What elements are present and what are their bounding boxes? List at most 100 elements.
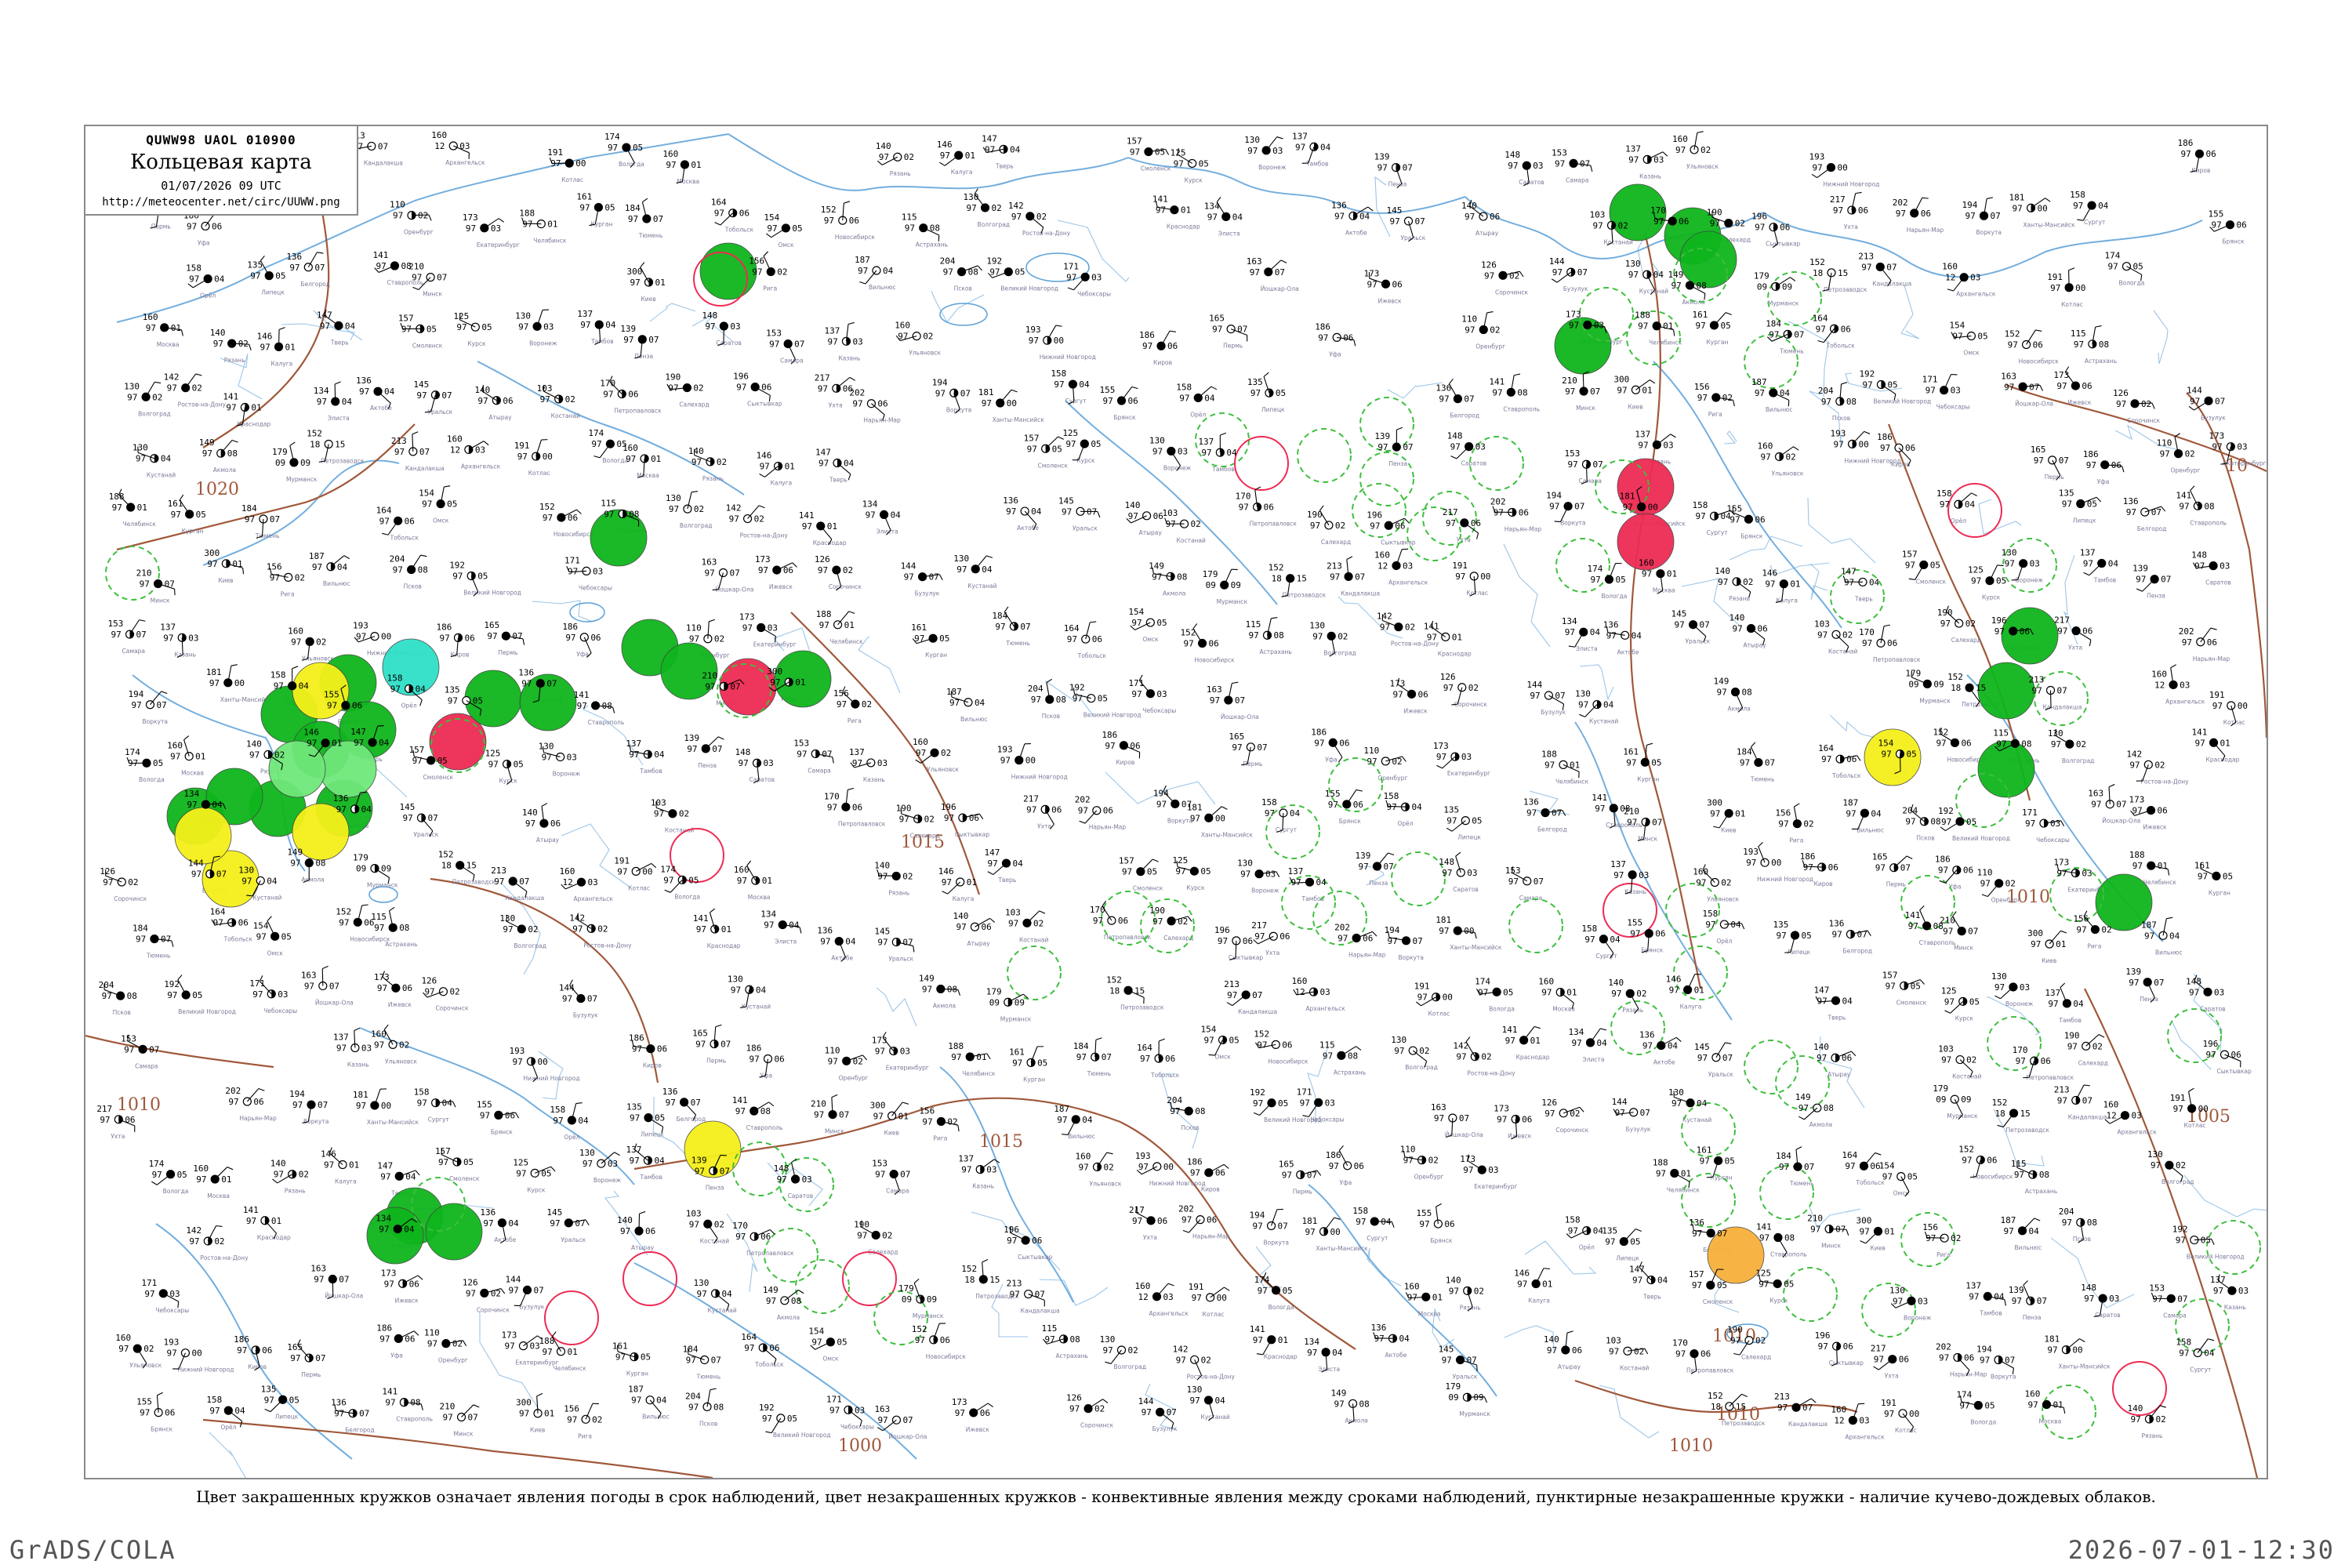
station-plot: 15797 05	[1127, 136, 1170, 158]
station-pressure: 140	[522, 808, 538, 818]
station-pressure: 137	[849, 747, 865, 757]
cb-cloud-circle	[1744, 1040, 1798, 1094]
station-plot: 17497 05	[660, 864, 699, 893]
station-temp: 97	[629, 1156, 639, 1166]
station-tendency: 08	[713, 1402, 724, 1412]
station-temp: 97	[1443, 683, 1454, 693]
station-pressure: 136	[1639, 1030, 1655, 1040]
station-pressure: 153	[2149, 1283, 2165, 1293]
station-tendency: 01	[1530, 1036, 1541, 1046]
station-tendency: 01	[844, 620, 855, 630]
station-tendency: 04	[845, 937, 856, 947]
station-pressure: 188	[816, 609, 832, 619]
station-plot: 16497 06	[1813, 313, 1851, 343]
station-tendency: 05	[281, 931, 292, 942]
station-pressure: 147	[1629, 1265, 1645, 1275]
station-tendency: 02	[714, 634, 724, 644]
station-pressure: 130	[539, 741, 554, 751]
station-tendency: 02	[2155, 1414, 2165, 1425]
station-pressure: 163	[1207, 684, 1222, 695]
station-plot: 17097 06	[2013, 1045, 2051, 1079]
station-temp: 97	[291, 637, 301, 647]
station-temp: 97	[1152, 446, 1163, 456]
station-plot: 13797 04	[1198, 432, 1237, 458]
station-pressure: 210	[440, 1402, 456, 1412]
station-pressure: 149	[287, 848, 303, 858]
station-name: Калуга	[271, 360, 293, 367]
station-tendency: 04	[1082, 1115, 1093, 1125]
station-pressure: 213	[1007, 1279, 1022, 1289]
station-name: Атырау	[631, 1244, 655, 1251]
station-name: Псков	[1832, 415, 1850, 422]
station-temp: 97	[1740, 758, 1750, 768]
station-temp: 97	[695, 1040, 706, 1050]
station-tendency: 02	[717, 457, 727, 467]
station-plot: 1869706	[629, 1033, 667, 1054]
station-tendency: 09	[1014, 997, 1025, 1007]
station-name: Оренбург	[404, 229, 434, 236]
station-temp: 97	[1227, 990, 1237, 1000]
station-name: Воронеж	[1251, 887, 1279, 895]
station-temp: 97	[2152, 1294, 2162, 1304]
station-tendency: 01	[691, 160, 701, 170]
station-tendency: 04	[1204, 393, 1215, 403]
station-temp: 97	[1008, 918, 1018, 928]
station-tendency: 06	[1215, 1168, 1225, 1178]
station-tendency: 07	[1640, 1108, 1650, 1118]
station-temp: 97	[2057, 1095, 2067, 1105]
station-temp: 97	[2132, 861, 2143, 871]
station-tendency: 02	[1392, 757, 1402, 767]
station-pressure: 144	[559, 983, 575, 993]
station-temp: 97	[1552, 267, 1563, 278]
station-tendency: 00	[1859, 439, 1869, 449]
station-pressure: 135	[1773, 920, 1789, 930]
station-pressure: 170	[1650, 205, 1666, 216]
station-pressure: 158	[414, 1087, 430, 1098]
station-name: Кустанай	[1589, 718, 1618, 725]
station-pressure: 142	[1008, 201, 1024, 211]
station-plot: 16497 06	[210, 907, 249, 928]
station-plot: 15897 04	[1565, 1215, 1603, 1239]
station-tendency: 02	[862, 699, 872, 710]
station-tendency: 07	[165, 579, 175, 590]
station-pressure: 193	[1809, 152, 1824, 162]
station-pressure: 141	[223, 392, 238, 402]
station-tendency: 06	[1092, 634, 1102, 644]
station-plot: 19697 06	[941, 802, 984, 823]
station-temp: 97	[1427, 632, 1437, 642]
station-tendency: 06	[1921, 209, 1931, 219]
station-tendency: 05	[1283, 1286, 1293, 1296]
station-tendency: 07	[575, 1218, 585, 1229]
station-tendency: 07	[2116, 800, 2126, 810]
station-tendency: 00	[191, 1348, 201, 1359]
station-pressure: 126	[1440, 672, 1456, 682]
station-name: Петропавловск	[838, 820, 886, 827]
station-name: Брянск	[151, 1426, 172, 1433]
station-tendency: 07	[2056, 685, 2067, 695]
station-pressure: 145	[1439, 1345, 1454, 1355]
station-plot: 17397 06	[755, 554, 797, 575]
station-temp: 97	[127, 392, 137, 402]
station-name: Котлас	[628, 884, 650, 891]
station-pressure: 139	[1374, 431, 1390, 441]
station-plot: 13797 04	[1965, 1281, 2006, 1306]
station-temp: 97	[1010, 1290, 1020, 1300]
station-plot: 13697 07	[1689, 1218, 1727, 1239]
station-tendency: 08	[1177, 572, 1187, 582]
station-temp: 97	[2083, 559, 2093, 569]
station-temp: 97	[572, 924, 583, 934]
station-tendency: 00	[1771, 858, 1781, 868]
station-temp: 97	[603, 389, 613, 399]
station-tendency: 02	[1481, 1052, 1491, 1062]
station-tendency: 07	[2082, 1095, 2092, 1105]
station-temp: 97	[1730, 1336, 1740, 1346]
station-name: Воронеж	[593, 1177, 622, 1184]
station-temp: 97	[1803, 862, 1813, 873]
station-temp: 97	[1508, 161, 1518, 171]
station-temp: 97	[1936, 738, 1946, 748]
station-tendency: 08	[602, 701, 612, 711]
station-tendency: 07	[730, 681, 740, 691]
station-pressure: 137	[1288, 866, 1304, 877]
station-pressure: 217	[2054, 615, 2070, 626]
station-pressure: 186	[1139, 330, 1155, 340]
